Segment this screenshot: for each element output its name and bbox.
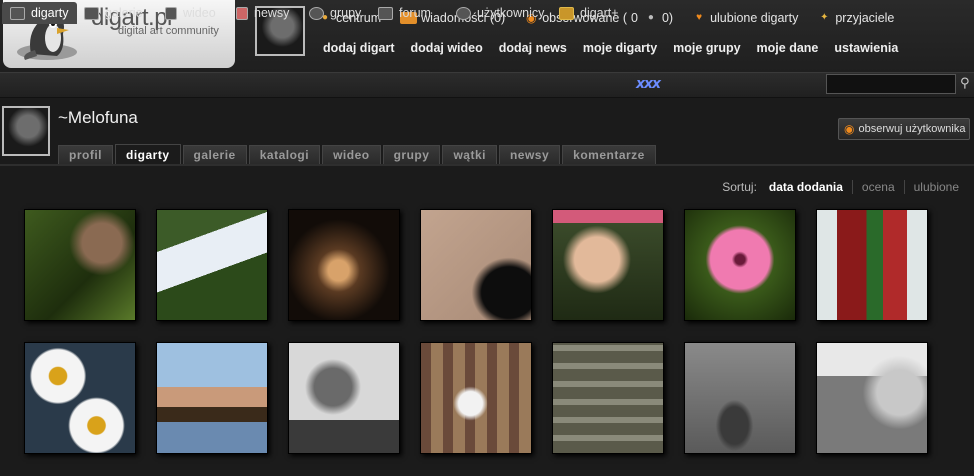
- nav-label: grupy: [330, 6, 362, 20]
- nav-label: forum: [399, 6, 431, 20]
- favorites-link[interactable]: ♥ ulubione digarty: [692, 11, 798, 25]
- add-news-link[interactable]: dodaj news: [499, 41, 567, 55]
- watched-count: 0: [630, 11, 638, 25]
- tab-newsy[interactable]: newsy: [498, 145, 561, 164]
- my-data-link[interactable]: moje dane: [757, 41, 819, 55]
- nav-label: użytkownicy: [477, 6, 545, 20]
- settings-link[interactable]: ustawienia: [834, 41, 898, 55]
- group-icon: [309, 6, 324, 20]
- user-icon: ●: [647, 12, 654, 23]
- profile-avatar[interactable]: [2, 106, 50, 156]
- news-icon: [236, 6, 248, 20]
- gallery-icon: [84, 6, 99, 20]
- sort-option-rating[interactable]: ocena: [851, 180, 904, 194]
- xxx-badge[interactable]: xxx: [636, 76, 661, 92]
- nav-label: galerie: [105, 6, 143, 20]
- thumbnail[interactable]: [816, 209, 928, 321]
- thumbnail[interactable]: [420, 342, 532, 454]
- thumbnail[interactable]: [156, 209, 268, 321]
- search-icon[interactable]: ⚲: [960, 76, 970, 91]
- tab-wideo[interactable]: wideo: [322, 145, 381, 164]
- favorites-label: ulubione digarty: [710, 11, 799, 25]
- follow-user-button[interactable]: ◉ obserwuj użytkownika: [838, 118, 970, 140]
- plus-user-icon: [559, 6, 574, 20]
- friends-label: przyjaciele: [835, 11, 895, 25]
- nav-item-digart-plus[interactable]: digart+: [551, 2, 627, 24]
- nav-item-uzytkownicy[interactable]: użytkownicy: [448, 2, 552, 24]
- nav-item-newsy[interactable]: newsy: [228, 2, 297, 24]
- sort-bar: Sortuj: data dodania ocena ulubione: [722, 180, 968, 194]
- tab-katalogi[interactable]: katalogi: [248, 145, 321, 164]
- profile-tabs: profil digarty galerie katalogi wideo gr…: [58, 144, 656, 164]
- tab-galerie[interactable]: galerie: [182, 145, 247, 164]
- tab-komentarze[interactable]: komentarze: [562, 145, 656, 164]
- forum-icon: [378, 6, 393, 20]
- thumbnail[interactable]: [288, 209, 400, 321]
- sort-option-date[interactable]: data dodania: [769, 180, 852, 194]
- main-links: dodaj digart dodaj wideo dodaj news moje…: [323, 41, 914, 55]
- nav-label: digart+: [580, 6, 619, 20]
- sort-option-favorites[interactable]: ulubione: [903, 180, 968, 194]
- thumbnail[interactable]: [420, 209, 532, 321]
- heart-icon: ♥: [696, 12, 703, 23]
- nav-item-digarty[interactable]: digarty: [2, 2, 77, 24]
- tab-digarty[interactable]: digarty: [115, 144, 181, 164]
- thumbnail[interactable]: [552, 342, 664, 454]
- thumbnail[interactable]: [24, 342, 136, 454]
- divider: [0, 164, 974, 166]
- tab-profil[interactable]: profil: [58, 145, 113, 164]
- sort-label: Sortuj:: [722, 180, 757, 194]
- nav-label: newsy: [254, 6, 290, 20]
- logo-subtitle: digital art community: [118, 25, 219, 37]
- eye-icon: ◉: [844, 122, 855, 136]
- watched-users-link[interactable]: ● 0): [644, 11, 673, 25]
- add-digart-link[interactable]: dodaj digart: [323, 41, 395, 55]
- tab-grupy[interactable]: grupy: [382, 145, 441, 164]
- nav-item-grupy[interactable]: grupy: [301, 2, 369, 24]
- thumbnail[interactable]: [24, 209, 136, 321]
- my-digarts-link[interactable]: moje digarty: [583, 41, 657, 55]
- nav-item-galerie[interactable]: galerie: [76, 2, 151, 24]
- thumbnail[interactable]: [684, 209, 796, 321]
- friends-icon: ✦: [820, 12, 829, 23]
- nav-label: wideo: [183, 6, 216, 20]
- search-input[interactable]: [826, 74, 956, 94]
- add-video-link[interactable]: dodaj wideo: [411, 41, 483, 55]
- film-icon: [165, 6, 177, 20]
- nav-item-wideo[interactable]: wideo: [157, 2, 224, 24]
- friends-link[interactable]: ✦ przyjaciele: [817, 11, 894, 25]
- follow-label: obserwuj użytkownika: [858, 123, 966, 135]
- images-icon: [10, 6, 25, 20]
- nav-label: digarty: [31, 6, 69, 20]
- my-groups-link[interactable]: moje grupy: [673, 41, 740, 55]
- nav-item-forum[interactable]: forum: [370, 2, 439, 24]
- username[interactable]: ~Melofuna: [58, 108, 138, 128]
- watched-users-count: 0): [661, 11, 674, 25]
- thumbnail[interactable]: [156, 342, 268, 454]
- thumbnail[interactable]: [816, 342, 928, 454]
- thumbnail[interactable]: [288, 342, 400, 454]
- thumbnail[interactable]: [684, 342, 796, 454]
- thumbnail[interactable]: [552, 209, 664, 321]
- tab-watki[interactable]: wątki: [442, 145, 497, 164]
- users-icon: [456, 6, 471, 20]
